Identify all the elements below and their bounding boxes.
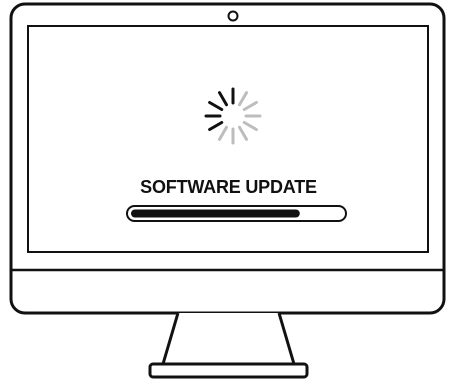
camera-icon bbox=[227, 10, 239, 22]
monitor-stand-neck bbox=[161, 312, 296, 366]
software-update-illustration: SOFTWARE UPDATE bbox=[0, 0, 457, 388]
update-title: SOFTWARE UPDATE bbox=[140, 177, 317, 197]
progress-fill bbox=[131, 209, 300, 218]
monitor-stand-base bbox=[148, 362, 309, 379]
